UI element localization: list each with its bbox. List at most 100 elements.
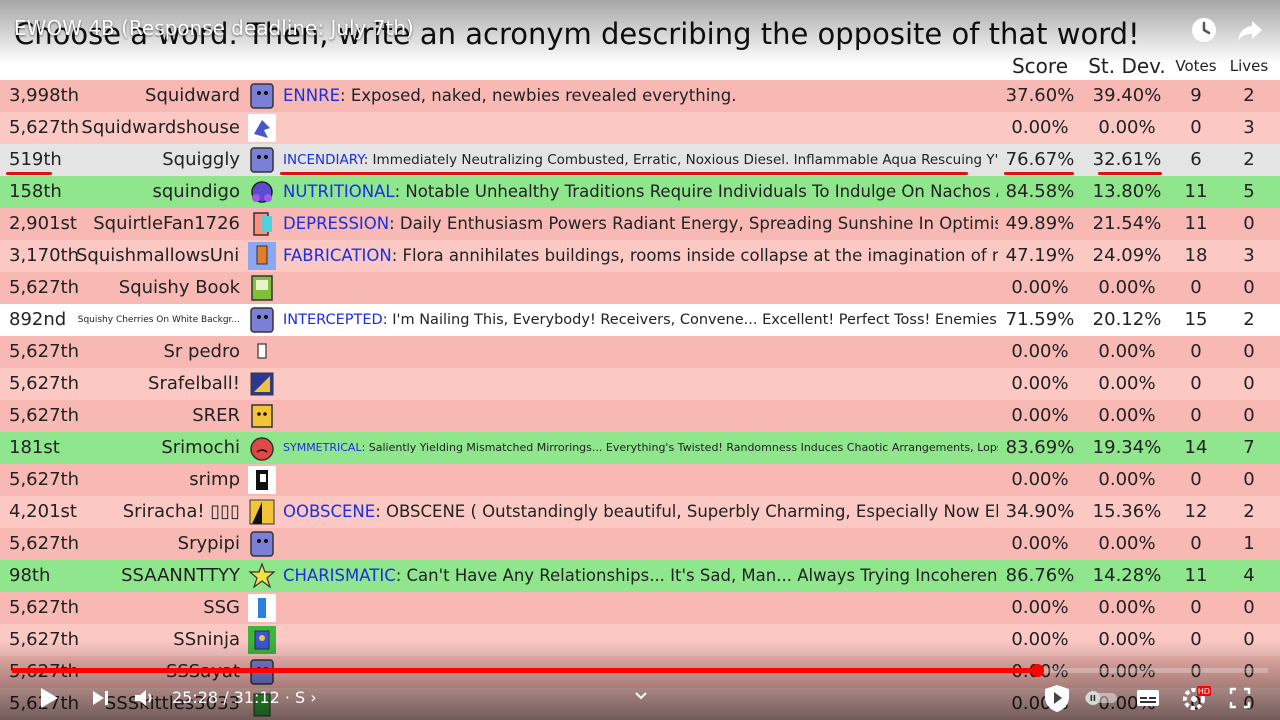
avatar — [248, 306, 276, 334]
response-word: DEPRESSION — [283, 214, 390, 233]
response: CHARISMATIC: Can't Have Any Relationship… — [283, 560, 998, 592]
response-text: : OBSCENE ( Outstandingly beautiful, Sup… — [375, 502, 998, 521]
response-word: ENNRE — [283, 86, 341, 105]
header-lives: Lives — [1229, 57, 1269, 75]
st-dev: 0.00% — [1098, 341, 1156, 362]
contestant-name: Squidwardshouse — [81, 117, 240, 138]
lives: 4 — [1243, 565, 1255, 586]
table-row: 892nd Squishy Cherries On White Backgr..… — [0, 304, 1280, 336]
volume-icon[interactable] — [130, 682, 160, 714]
response: OOBSCENE: OBSCENE ( Outstandingly beauti… — [283, 496, 998, 528]
score: 0.00% — [1011, 469, 1069, 490]
st-dev: 0.00% — [1098, 597, 1156, 618]
lives: 2 — [1243, 85, 1255, 106]
autoplay-switch[interactable] — [1084, 682, 1118, 714]
st-dev: 0.00% — [1098, 469, 1156, 490]
table-row: 3,998th Squidward ENNRE: Exposed, naked,… — [0, 80, 1280, 112]
chevron-down-icon[interactable] — [630, 680, 652, 712]
header-st-dev: St. Dev. — [1088, 54, 1166, 78]
avatar — [248, 114, 276, 142]
annotation-underline-rank — [6, 172, 52, 175]
st-dev: 0.00% — [1098, 629, 1156, 650]
table-row: 5,627th Squishy Book 0.00% 0.00% 0 0 — [0, 272, 1280, 304]
progress-bar-fill — [12, 668, 1037, 673]
contestant-name: SSAANNTTYY — [121, 565, 240, 586]
next-icon[interactable] — [86, 682, 114, 714]
clock-icon[interactable] — [1188, 14, 1220, 46]
response — [283, 272, 998, 304]
table-row: 181st Srimochi SYMMETRICAL: Saliently Yi… — [0, 432, 1280, 464]
avatar — [248, 178, 276, 206]
contestant-name: SquishmallowsUnited — [76, 245, 240, 266]
subtitles-icon[interactable] — [1134, 682, 1162, 714]
votes: 0 — [1190, 469, 1202, 490]
video-title[interactable]: EWOW 4B (Response deadline: July 7th) — [14, 16, 414, 40]
avatar — [248, 274, 276, 302]
contestant-name: SRER — [192, 405, 240, 426]
table-row: 4,201st Sriracha! ▯▯▯ OOBSCENE: OBSCENE … — [0, 496, 1280, 528]
autoplay-toggle-icon[interactable] — [1040, 682, 1074, 714]
response-text: : Daily Enthusiasm Powers Radiant Energy… — [389, 214, 998, 233]
contestant-name: squindigo — [152, 181, 241, 202]
avatar — [248, 562, 276, 590]
lives: 1 — [1243, 533, 1255, 554]
response — [283, 624, 998, 656]
lives: 3 — [1243, 117, 1255, 138]
fullscreen-icon[interactable] — [1226, 682, 1254, 714]
st-dev: 0.00% — [1098, 405, 1156, 426]
lives: 0 — [1243, 405, 1255, 426]
response-word: SYMMETRICAL — [283, 441, 362, 454]
response-text: : Can't Have Any Relationships... It's S… — [395, 566, 998, 585]
column-headers: Score St. Dev. Votes Lives — [0, 52, 1280, 80]
st-dev: 0.00% — [1098, 373, 1156, 394]
lives: 7 — [1243, 437, 1255, 458]
avatar — [248, 530, 276, 558]
votes: 11 — [1184, 565, 1208, 586]
hd-badge: HD — [1198, 687, 1210, 696]
score: 49.89% — [1005, 213, 1075, 234]
avatar — [248, 82, 276, 110]
lives: 2 — [1243, 309, 1255, 330]
votes: 0 — [1190, 117, 1202, 138]
settings-icon[interactable]: HD — [1180, 682, 1212, 714]
response: ENNRE: Exposed, naked, newbies revealed … — [283, 80, 998, 112]
share-icon[interactable] — [1234, 14, 1266, 46]
lives: 0 — [1243, 597, 1255, 618]
st-dev: 14.28% — [1092, 565, 1162, 586]
votes: 0 — [1190, 405, 1202, 426]
time-display[interactable]: 25:28 / 31:12 · S › — [172, 680, 317, 716]
scrubber-handle[interactable] — [1030, 664, 1044, 677]
score: 84.58% — [1005, 181, 1075, 202]
contestant-name: Squishy Book — [118, 277, 240, 298]
response — [283, 336, 998, 368]
contestant-name: Sriracha! ▯▯▯ — [122, 501, 240, 522]
avatar — [248, 434, 276, 462]
avatar — [248, 210, 276, 238]
results-table: 3,998th Squidward ENNRE: Exposed, naked,… — [0, 80, 1280, 720]
score: 86.76% — [1005, 565, 1075, 586]
st-dev: 13.80% — [1092, 181, 1162, 202]
contestant-name: Squidward — [145, 85, 240, 106]
votes: 11 — [1184, 213, 1208, 234]
st-dev: 19.34% — [1092, 437, 1162, 458]
table-row: 5,627th Srafelball! 0.00% 0.00% 0 0 — [0, 368, 1280, 400]
annotation-underline-response — [280, 172, 968, 175]
avatar — [248, 498, 276, 526]
votes: 0 — [1190, 597, 1202, 618]
score: 37.60% — [1005, 85, 1075, 106]
progress-bar[interactable] — [12, 668, 1268, 673]
votes: 18 — [1184, 245, 1208, 266]
response: FABRICATION: Flora annihilates buildings… — [283, 240, 998, 272]
response: SYMMETRICAL: Saliently Yielding Mismatch… — [283, 432, 998, 464]
votes: 6 — [1190, 149, 1202, 170]
avatar — [248, 338, 276, 366]
response-text: : Notable Unhealthy Traditions Require I… — [394, 182, 998, 201]
response-word: INCENDIARY — [283, 152, 364, 168]
contestant-name: Srypipi — [177, 533, 240, 554]
contestant-name: Sr pedro — [163, 341, 241, 362]
table-row: 2,901st SquirtleFan1726 DEPRESSION: Dail… — [0, 208, 1280, 240]
table-row: 5,627th SSG 0.00% 0.00% 0 0 — [0, 592, 1280, 624]
table-row: 98th SSAANNTTYY CHARISMATIC: Can't Have … — [0, 560, 1280, 592]
play-icon[interactable] — [34, 682, 64, 714]
response-word: CHARISMATIC — [283, 566, 396, 585]
